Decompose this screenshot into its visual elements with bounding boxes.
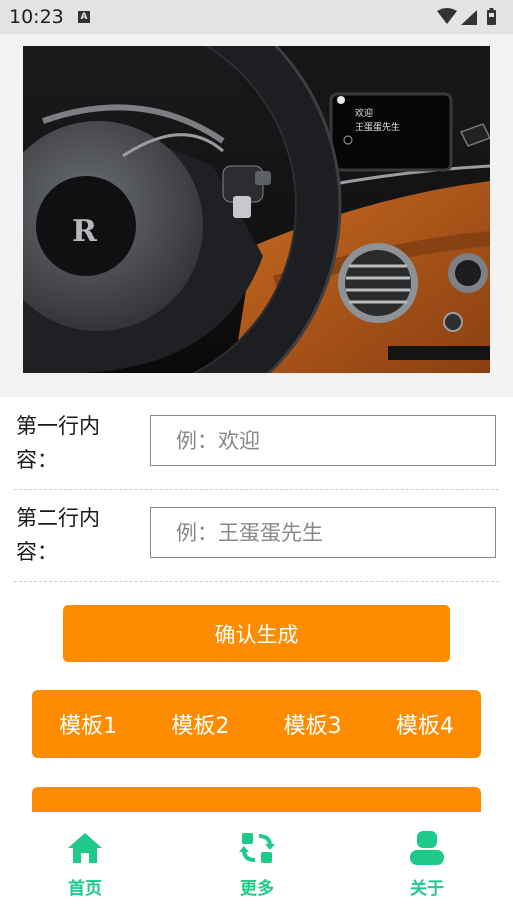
wifi-icon	[437, 8, 457, 24]
screen-text-1: 欢迎	[355, 107, 373, 119]
battery-icon	[487, 8, 496, 25]
nav-item-home[interactable]: 首页	[25, 812, 145, 912]
status-bar: 10:23 A	[0, 0, 513, 34]
line2-label: 第二行内容：	[16, 506, 100, 564]
nav-label-more: 更多	[240, 879, 274, 899]
user-icon	[410, 831, 444, 865]
template-4-button[interactable]: 模板4	[392, 708, 458, 740]
template-1-button[interactable]: 模板1	[55, 708, 121, 740]
status-icons	[437, 8, 503, 26]
template-3-button[interactable]: 模板3	[280, 708, 346, 740]
bottom-nav: 首页 更多 关于	[0, 812, 513, 912]
hero-section: 欢迎 王蛋蛋先生 R	[0, 34, 513, 397]
signal-icon	[461, 10, 477, 25]
nav-label-home: 首页	[68, 879, 102, 899]
home-icon	[68, 833, 102, 863]
car-interior-image: 欢迎 王蛋蛋先生 R	[23, 46, 490, 373]
nav-label-about: 关于	[410, 879, 444, 899]
form-row-2: 第二行内容：	[14, 489, 499, 582]
nav-item-more[interactable]: 更多	[197, 812, 317, 912]
template-selector: 模板1 模板2 模板3 模板4	[32, 690, 481, 758]
template-2-button[interactable]: 模板2	[167, 708, 233, 740]
form-row-1: 第一行内容：	[14, 397, 499, 490]
status-time: 10:23	[9, 6, 64, 28]
line2-input[interactable]	[150, 507, 496, 558]
notification-icon: A	[78, 11, 90, 23]
line1-input[interactable]	[150, 415, 496, 466]
nav-item-about[interactable]: 关于	[367, 812, 487, 912]
line1-label: 第一行内容：	[16, 414, 100, 472]
confirm-generate-button[interactable]: 确认生成	[63, 605, 450, 662]
screen-text-2: 王蛋蛋先生	[355, 121, 400, 133]
svg-text:R: R	[72, 214, 98, 249]
refresh-icon	[239, 833, 275, 863]
